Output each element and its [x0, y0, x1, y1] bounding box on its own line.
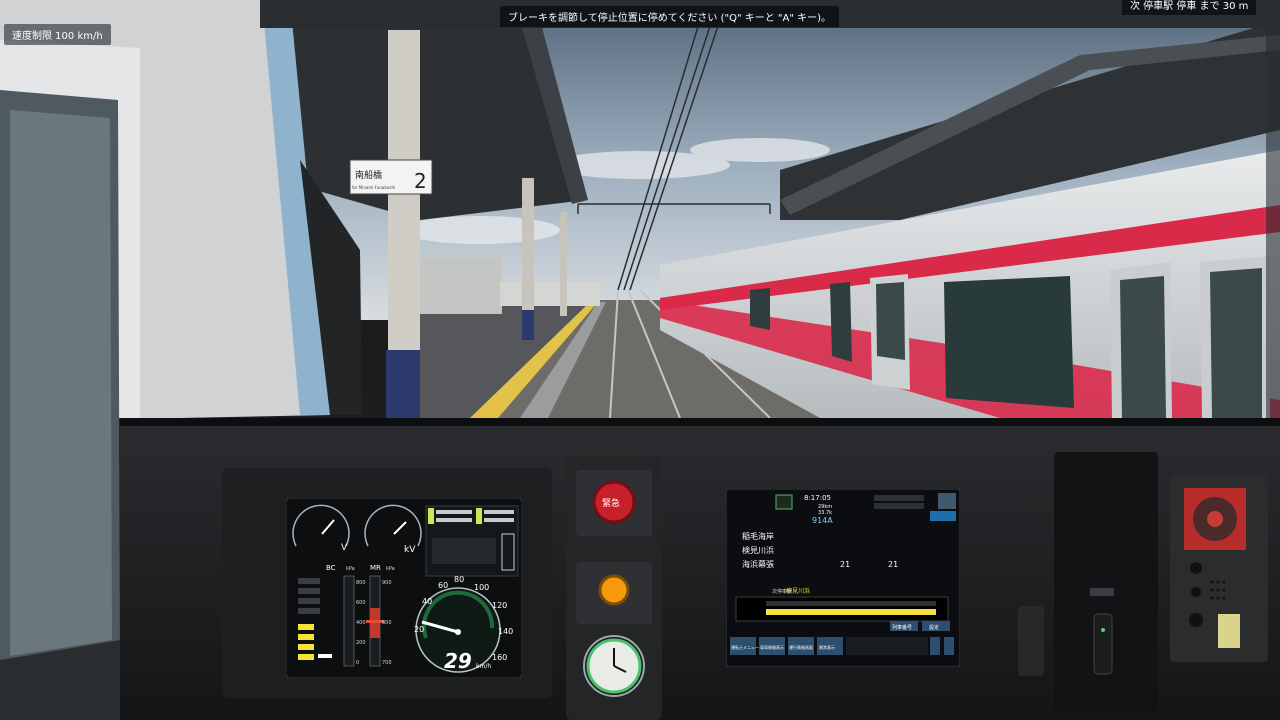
svg-text:900: 900: [382, 580, 392, 586]
svg-text:異常表示: 異常表示: [819, 644, 835, 650]
svg-text:海浜幕張: 海浜幕張: [742, 559, 774, 569]
distance-indicator: 次 停車駅 停車 まで 30 m: [1122, 0, 1257, 15]
distant-building: [500, 282, 600, 306]
station-sign: 南船橋 for Minami-Funabashi 2: [349, 159, 433, 195]
svg-text:140: 140: [498, 627, 513, 636]
svg-text:車両情報表示: 車両情報表示: [760, 644, 784, 650]
center-controls: 緊急: [576, 470, 652, 697]
svg-text:運行情報画面: 運行情報画面: [789, 644, 813, 650]
svg-text:運転士メニュー: 運転士メニュー: [731, 644, 759, 650]
svg-text:20: 20: [414, 625, 424, 634]
svg-text:km/h: km/h: [476, 663, 491, 670]
svg-text:kPa: kPa: [386, 566, 395, 572]
monitor-time: 8:17:05: [804, 494, 831, 502]
svg-text:kV: kV: [404, 545, 416, 555]
speed-readout: 29: [444, 649, 472, 673]
speed-limit-indicator: 速度制限 100 km/h: [4, 24, 111, 45]
svg-text:120: 120: [492, 601, 507, 610]
svg-text:検見川浜: 検見川浜: [742, 545, 774, 555]
svg-text:for Minami-Funabashi: for Minami-Funabashi: [352, 185, 395, 190]
svg-text:700: 700: [382, 660, 392, 666]
indicator-light: [598, 574, 630, 606]
gauge-display: V kV BC kPa 800 600 400 200 0 MR kPa 900…: [286, 498, 522, 678]
svg-text:800: 800: [356, 580, 366, 586]
svg-text:BC: BC: [326, 564, 336, 572]
next-stop: 検見川浜: [786, 587, 810, 595]
speaker-grille: [1018, 606, 1044, 676]
train-number: 914A: [812, 516, 833, 525]
svg-text:設定: 設定: [929, 624, 939, 631]
emergency-label: 緊急: [602, 497, 620, 509]
station-name: 南船橋: [355, 169, 382, 181]
train-monitor: 8:17:05 29km 33.7k 914A 稲毛海岸 検見川浜 海浜幕張 2…: [726, 489, 960, 667]
svg-text:V: V: [341, 543, 348, 553]
svg-text:21: 21: [888, 560, 898, 569]
svg-text:21: 21: [840, 560, 850, 569]
instruction-message: ブレーキを調節して停止位置に停めてください ("Q" キーと "A" キー)。: [500, 6, 840, 27]
svg-text:160: 160: [492, 653, 507, 662]
svg-text:400: 400: [356, 620, 366, 626]
track-number: 2: [414, 169, 427, 193]
door-status-bar: [766, 609, 936, 615]
svg-text:稲毛海岸: 稲毛海岸: [742, 531, 774, 541]
svg-text:60: 60: [438, 581, 448, 590]
right-control-panel: [1176, 480, 1262, 656]
svg-text:800: 800: [382, 620, 392, 626]
svg-text:600: 600: [356, 600, 366, 606]
svg-text:kPa: kPa: [346, 566, 355, 572]
reverser-handle[interactable]: [1086, 584, 1126, 684]
status-panel: [425, 505, 519, 577]
svg-text:200: 200: [356, 640, 366, 646]
svg-text:100: 100: [474, 583, 489, 592]
svg-text:80: 80: [454, 575, 464, 584]
pillar-base: [386, 350, 420, 418]
monitor-menu-buttons[interactable]: 運転士メニュー 車両情報表示 運行情報画面 異常表示: [730, 637, 954, 655]
svg-text:0: 0: [356, 660, 359, 666]
svg-text:MR: MR: [370, 564, 381, 572]
svg-text:40: 40: [422, 597, 432, 606]
platform-wall: [420, 258, 502, 314]
svg-text:列車番号: 列車番号: [892, 624, 912, 631]
